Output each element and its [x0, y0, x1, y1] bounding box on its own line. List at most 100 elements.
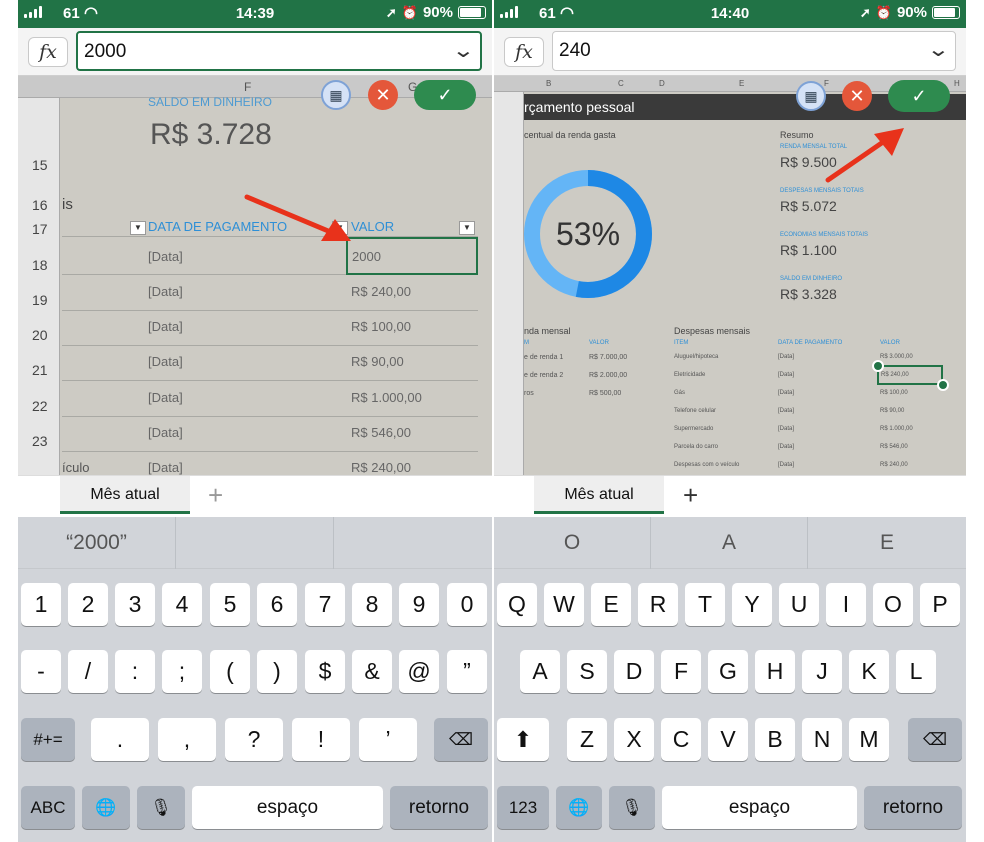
suggestion-item[interactable]	[176, 517, 334, 569]
key[interactable]: C	[661, 718, 701, 761]
despesa-date[interactable]: [Data]	[778, 354, 794, 360]
row-number[interactable]: 15	[32, 157, 48, 173]
microphone-key[interactable]: 🎙	[137, 786, 185, 829]
fx-button[interactable]: fx	[28, 37, 68, 67]
renda-item[interactable]: e de renda 1	[524, 354, 563, 361]
suggestion-item[interactable]: A	[651, 517, 808, 569]
column-header[interactable]: B	[546, 79, 551, 88]
valor-cell[interactable]: R$ 90,00	[351, 354, 404, 369]
row-number[interactable]: 21	[32, 362, 48, 378]
column-header[interactable]: D	[659, 79, 665, 88]
row-number[interactable]: 16	[32, 197, 48, 213]
key[interactable]: 9	[399, 583, 439, 626]
renda-valor[interactable]: R$ 7.000,00	[589, 354, 627, 361]
key[interactable]: R	[638, 583, 678, 626]
numbers-key[interactable]: 123	[497, 786, 549, 829]
key[interactable]: ;	[162, 650, 202, 693]
chevron-down-icon[interactable]: ⌄	[927, 31, 950, 69]
despesa-item[interactable]: Despesas com o veículo	[674, 462, 739, 468]
valor-cell[interactable]: R$ 100,00	[351, 319, 411, 334]
valor-cell[interactable]: R$ 240,00	[351, 284, 411, 299]
formula-input[interactable]: 240 ⌄	[552, 31, 956, 71]
key[interactable]: F	[661, 650, 701, 693]
confirm-button[interactable]: ✓	[888, 80, 950, 112]
globe-key[interactable]: 🌐	[82, 786, 130, 829]
add-sheet-button[interactable]: +	[683, 480, 698, 511]
despesa-item[interactable]: Aluguel/hipoteca	[674, 354, 718, 360]
despesa-valor[interactable]: R$ 546,00	[880, 444, 908, 450]
backspace-key[interactable]: ⌫	[434, 718, 488, 761]
despesa-valor[interactable]: R$ 1.000,00	[880, 426, 913, 432]
despesa-item[interactable]: Supermercado	[674, 426, 713, 432]
key[interactable]: @	[399, 650, 439, 693]
key[interactable]: P	[920, 583, 960, 626]
despesa-valor[interactable]: R$ 240,00	[880, 462, 908, 468]
key[interactable]: 8	[352, 583, 392, 626]
key[interactable]: ?	[225, 718, 283, 761]
despesa-date[interactable]: [Data]	[778, 408, 794, 414]
despesa-valor[interactable]: R$ 3.000,00	[880, 354, 913, 360]
row-number[interactable]: 18	[32, 257, 48, 273]
date-cell[interactable]: [Data]	[148, 390, 183, 405]
key[interactable]: O	[873, 583, 913, 626]
despesa-date[interactable]: [Data]	[778, 462, 794, 468]
key[interactable]: N	[802, 718, 842, 761]
key[interactable]: Y	[732, 583, 772, 626]
renda-valor[interactable]: R$ 2.000,00	[589, 372, 627, 379]
valor-cell[interactable]: R$ 546,00	[351, 425, 411, 440]
key[interactable]: :	[115, 650, 155, 693]
key[interactable]: A	[520, 650, 560, 693]
add-sheet-button[interactable]: +	[208, 480, 223, 511]
key[interactable]: V	[708, 718, 748, 761]
date-cell[interactable]: [Data]	[148, 249, 183, 264]
filter-dropdown[interactable]: ▼	[459, 221, 475, 235]
key[interactable]: ,	[158, 718, 216, 761]
cancel-button[interactable]: ✕	[368, 80, 398, 110]
space-key[interactable]: espaço	[662, 786, 857, 829]
despesa-item[interactable]: Gás	[674, 390, 685, 396]
shift-key[interactable]: ⬆	[497, 718, 549, 761]
key[interactable]: $	[305, 650, 345, 693]
key[interactable]: H	[755, 650, 795, 693]
globe-key[interactable]: 🌐	[556, 786, 602, 829]
spreadsheet-grid[interactable]: F G 15 16 17 18 19 20 21 22 23 SALDO EM …	[18, 76, 492, 475]
despesa-item[interactable]: Parcela do carro	[674, 444, 718, 450]
key[interactable]: Z	[567, 718, 607, 761]
return-key[interactable]: retorno	[390, 786, 488, 829]
date-cell[interactable]: [Data]	[148, 460, 183, 475]
key[interactable]: 2	[68, 583, 108, 626]
key[interactable]: M	[849, 718, 889, 761]
key[interactable]: &	[352, 650, 392, 693]
key[interactable]: K	[849, 650, 889, 693]
key[interactable]: S	[567, 650, 607, 693]
renda-item[interactable]: ros	[524, 390, 534, 397]
return-key[interactable]: retorno	[864, 786, 962, 829]
more-symbols-key[interactable]: #+=	[21, 718, 75, 761]
despesa-date[interactable]: [Data]	[778, 444, 794, 450]
key[interactable]: 6	[257, 583, 297, 626]
backspace-key[interactable]: ⌫	[908, 718, 962, 761]
column-header[interactable]: H	[954, 79, 960, 88]
filter-dropdown[interactable]: ▼	[130, 221, 146, 235]
renda-valor[interactable]: R$ 500,00	[589, 390, 621, 397]
row-number[interactable]: 20	[32, 327, 48, 343]
despesa-valor[interactable]: R$ 90,00	[880, 408, 904, 414]
date-cell[interactable]: [Data]	[148, 319, 183, 334]
suggestion-item[interactable]: O	[494, 517, 651, 569]
key[interactable]: 4	[162, 583, 202, 626]
key[interactable]: 5	[210, 583, 250, 626]
active-cell[interactable]: 2000	[346, 237, 478, 275]
key[interactable]: 3	[115, 583, 155, 626]
key[interactable]: Q	[497, 583, 537, 626]
selection-handle[interactable]	[937, 379, 949, 391]
despesa-valor[interactable]: R$ 100,00	[880, 390, 908, 396]
key[interactable]: J	[802, 650, 842, 693]
key[interactable]: W	[544, 583, 584, 626]
row-number[interactable]: 19	[32, 292, 48, 308]
tab-mes-atual[interactable]: Mês atual	[534, 476, 664, 514]
key[interactable]: ”	[447, 650, 487, 693]
tab-mes-atual[interactable]: Mês atual	[60, 476, 190, 514]
space-key[interactable]: espaço	[192, 786, 383, 829]
key[interactable]: !	[292, 718, 350, 761]
column-f-header[interactable]: F	[244, 80, 251, 94]
